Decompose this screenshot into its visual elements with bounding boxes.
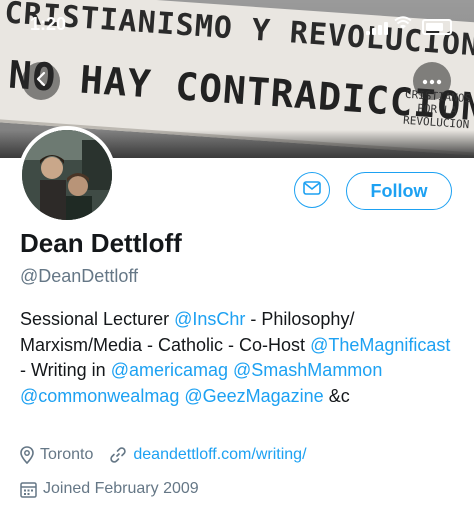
back-button[interactable] — [22, 62, 60, 100]
website-item[interactable]: deandettloff.com/writing/ — [109, 446, 307, 464]
status-time: 1:20 — [30, 14, 67, 34]
bio-text: - Writing in — [20, 360, 111, 380]
mention-link[interactable]: @InsChr — [174, 309, 245, 329]
profile-meta: Toronto deandettloff.com/writing/ — [20, 446, 323, 464]
joined-item: Joined February 2009 — [20, 480, 199, 498]
mention-link[interactable]: @GeezMagazine — [184, 386, 323, 406]
mention-link[interactable]: @commonwealmag — [20, 386, 179, 406]
more-dots-icon — [422, 72, 442, 90]
avatar-photo — [22, 130, 112, 220]
profile-avatar[interactable] — [18, 126, 116, 224]
profile-handle: @DeanDettloff — [20, 266, 139, 286]
message-button[interactable] — [294, 172, 330, 208]
status-icons — [366, 16, 452, 35]
profile-name: Dean Dettloff — [20, 228, 182, 258]
signal-icon — [366, 22, 388, 35]
wifi-icon — [394, 16, 412, 35]
more-options-button[interactable] — [413, 62, 451, 100]
location-text: Toronto — [40, 446, 94, 463]
joined-text: Joined February 2009 — [43, 480, 199, 497]
profile-meta-joined: Joined February 2009 — [20, 480, 215, 498]
follow-button[interactable]: Follow — [346, 172, 452, 210]
location-item: Toronto — [20, 446, 93, 464]
battery-icon — [422, 19, 452, 35]
location-pin-icon — [20, 446, 34, 464]
website-link[interactable]: deandettloff.com/writing/ — [133, 446, 306, 464]
calendar-icon — [20, 481, 37, 498]
chevron-left-icon — [33, 71, 49, 92]
envelope-icon — [303, 180, 321, 200]
bio-text: &c — [323, 385, 350, 406]
mention-link[interactable]: @SmashMammon — [233, 360, 382, 380]
mention-link[interactable]: @americamag — [111, 360, 228, 380]
mention-link[interactable]: @TheMagnificast — [310, 335, 450, 355]
link-icon — [109, 446, 127, 464]
bio-text: Sessional Lecturer — [20, 309, 175, 329]
profile-bio: Sessional Lecturer @InsChr - Philosophy/… — [20, 307, 460, 409]
